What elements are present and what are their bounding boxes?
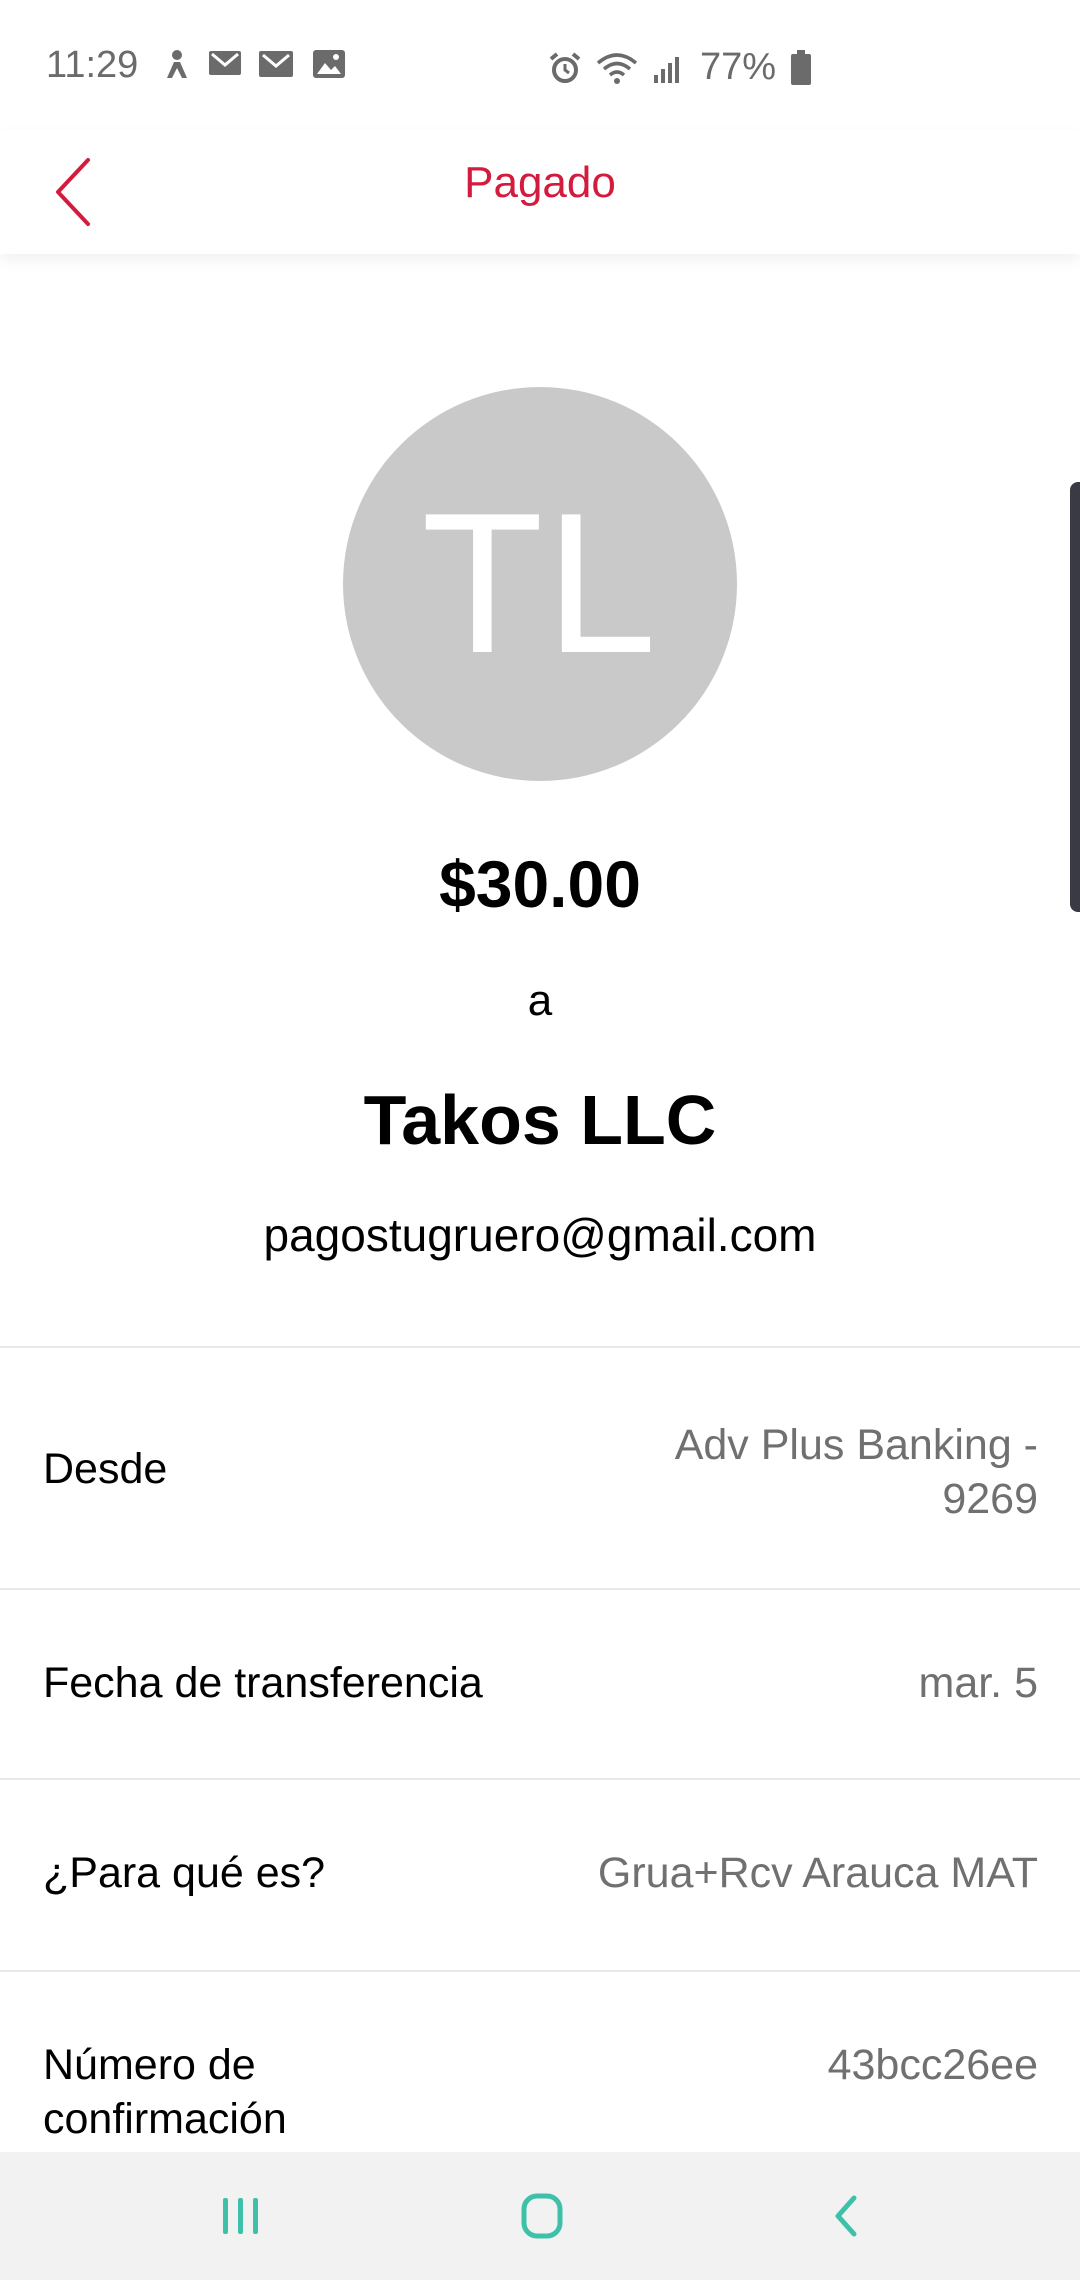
payment-amount: $30.00	[439, 847, 641, 921]
notification-icons	[162, 48, 346, 82]
header-bar: Pagado	[0, 130, 1080, 254]
back-icon	[835, 2195, 857, 2237]
detail-row-confirmation: Número de confirmación 43bcc26ee	[0, 1970, 1080, 2162]
status-time: 11:29	[46, 44, 139, 86]
detail-row-from: Desde Adv Plus Banking - 9269	[0, 1346, 1080, 1590]
from-value: Adv Plus Banking - 9269	[675, 1418, 1038, 1526]
wifi-icon	[596, 52, 638, 84]
from-label: Desde	[43, 1445, 168, 1493]
battery-percent: 77%	[700, 46, 777, 88]
to-label: a	[527, 976, 553, 1025]
accessibility-icon	[167, 50, 187, 78]
home-button[interactable]	[502, 2186, 582, 2246]
detail-row-memo: ¿Para qué es? Grua+Rcv Arauca MAT	[0, 1778, 1080, 1972]
detail-row-date: Fecha de transferencia mar. 5	[0, 1588, 1080, 1780]
gallery-icon	[313, 50, 345, 78]
from-value-line2: 9269	[942, 1475, 1038, 1523]
avatar: TL	[343, 387, 737, 781]
confirmation-label: Número de confirmación	[43, 2038, 287, 2146]
from-value-line1: Adv Plus Banking -	[674, 1421, 1038, 1469]
recipient-email: pagostugruero@gmail.com	[263, 1209, 817, 1261]
status-bar: 11:29 77%	[0, 0, 1080, 130]
signal-icon	[654, 56, 679, 83]
home-icon	[521, 2193, 563, 2239]
battery-icon	[791, 49, 812, 85]
date-value: mar. 5	[918, 1659, 1039, 1707]
system-navigation-bar	[0, 2152, 1080, 2280]
avatar-initials: TL	[421, 472, 659, 695]
gmail-icon	[209, 51, 241, 75]
memo-value: Grua+Rcv Arauca MAT	[597, 1849, 1038, 1897]
gmail-icon	[259, 51, 293, 77]
memo-label: ¿Para qué es?	[43, 1849, 326, 1897]
alarm-icon	[549, 51, 581, 83]
confirmation-label-line1: Número de	[43, 2041, 256, 2089]
page-title: Pagado	[464, 158, 616, 207]
system-status-icons: 77%	[548, 46, 812, 89]
recipient-name: Takos LLC	[363, 1081, 717, 1159]
confirmation-label-line2: confirmación	[43, 2095, 287, 2143]
confirmation-value: 43bcc26ee	[827, 2041, 1038, 2089]
recent-apps-icon	[223, 2198, 258, 2234]
date-label: Fecha de transferencia	[43, 1659, 483, 1707]
recent-apps-button[interactable]	[201, 2186, 281, 2246]
system-back-button[interactable]	[806, 2186, 886, 2246]
